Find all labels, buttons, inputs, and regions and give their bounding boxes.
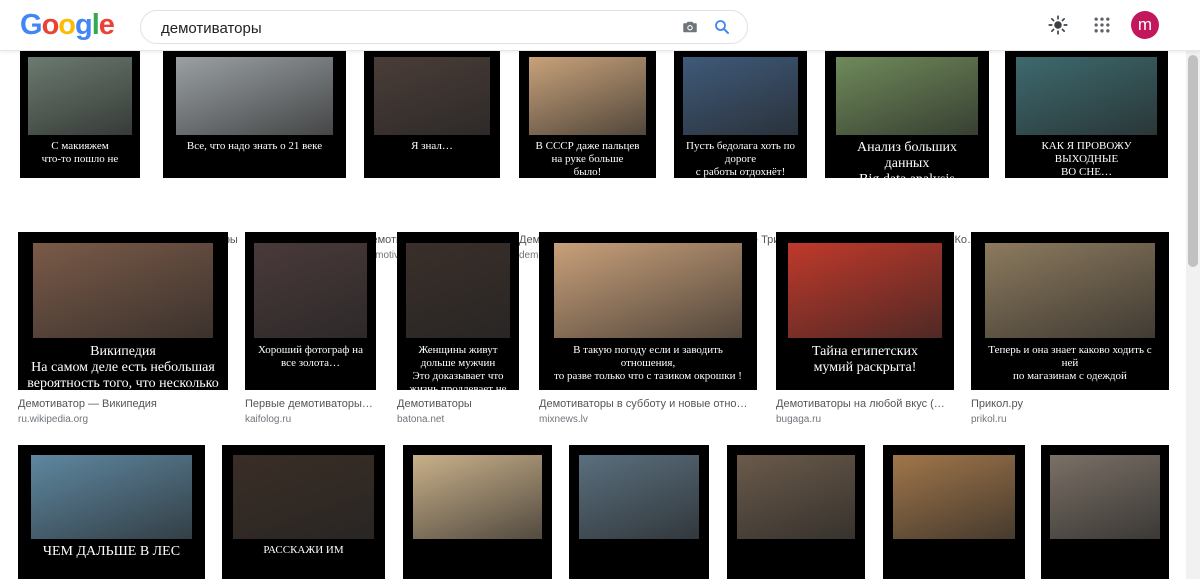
top-bar: Google m (0, 0, 1200, 51)
thumbnail-picture (175, 57, 334, 136)
result-source[interactable]: mixnews.lv (539, 414, 588, 425)
result-thumbnail[interactable]: С макияжем что-то пошло не (20, 51, 140, 178)
result-thumbnail[interactable] (883, 445, 1025, 579)
result-thumbnail[interactable]: Все, что надо знать о 21 веке (163, 51, 346, 178)
account-avatar[interactable]: m (1131, 11, 1159, 39)
result-title[interactable]: Демотиваторы (397, 398, 537, 410)
search-icon[interactable] (713, 18, 731, 36)
result-thumbnail[interactable]: Женщины живут дольше мужчин Это доказыва… (397, 232, 519, 390)
result-thumbnail[interactable] (727, 445, 865, 579)
thumbnail-picture (373, 57, 491, 136)
search-input[interactable] (159, 16, 663, 40)
demotivator-caption: С макияжем что-то пошло не (41, 140, 119, 166)
thumbnail-picture (578, 454, 700, 539)
thumbnail-picture (31, 454, 192, 539)
result-thumbnail[interactable]: Пусть бедолага хоть по дороге с работы о… (674, 51, 807, 178)
thumbnail-picture (836, 57, 978, 136)
logo-letter: g (75, 9, 93, 41)
thumbnail-picture (892, 454, 1016, 539)
demotivator-caption: Тайна египетских мумий раскрыта! (811, 344, 919, 376)
demotivator-caption: Хороший фотограф на все золота… (258, 344, 363, 370)
demotivator-caption: В такую погоду если и заводить отношения… (554, 344, 742, 383)
camera-icon[interactable] (681, 18, 699, 36)
demotivator-caption: Теперь и она знает каково ходить с ней п… (988, 344, 1152, 383)
thumbnail-picture (254, 243, 367, 338)
thumbnail-picture (1016, 57, 1157, 136)
result-title[interactable]: Демотиваторы в субботу и новые отно… (539, 398, 757, 410)
thumbnail-picture (554, 243, 742, 338)
thumbnail-picture (788, 243, 942, 338)
demotivator-caption: ЧЕМ ДАЛЬШЕ В ЛЕС (42, 544, 181, 560)
result-thumbnail[interactable]: РАССКАЖИ ИМ (222, 445, 385, 579)
thumbnail-picture (32, 243, 214, 338)
logo-letter: o (41, 9, 60, 41)
logo-letter: e (98, 9, 115, 41)
result-thumbnail[interactable] (403, 445, 552, 579)
thumbnail-picture (413, 454, 542, 539)
logo-letter: l (91, 9, 100, 41)
result-title[interactable]: Демотиваторы на любой вкус (… (776, 398, 954, 410)
logo-letter: G (20, 9, 43, 41)
demotivator-caption: КАК Я ПРОВОЖУ ВЫХОДНЫЕ ВО СНЕ… (1041, 140, 1132, 178)
scrollbar[interactable] (1186, 51, 1200, 579)
result-source[interactable]: prikol.ru (971, 414, 1007, 425)
search-box[interactable] (140, 10, 748, 44)
result-thumbnail[interactable] (569, 445, 709, 579)
result-thumbnail[interactable]: Тайна египетских мумий раскрыта! (776, 232, 954, 390)
thumbnail-picture (405, 243, 511, 338)
result-title[interactable]: Первые демотиваторы… (245, 398, 385, 410)
demotivator-caption: Википедия На самом деле есть небольшая в… (27, 344, 219, 390)
result-thumbnail[interactable]: Я знал… (364, 51, 500, 178)
demotivator-caption: Пусть бедолага хоть по дороге с работы о… (686, 140, 795, 178)
thumbnail-picture (683, 57, 798, 136)
result-source[interactable]: kaifolog.ru (245, 414, 291, 425)
result-thumbnail[interactable]: Анализ больших данных Big data analysis (825, 51, 989, 178)
thumbnail-picture (984, 243, 1156, 338)
result-thumbnail[interactable] (1041, 445, 1169, 579)
thumbnail-picture (28, 57, 132, 136)
scrollbar-thumb[interactable] (1188, 55, 1198, 267)
result-thumbnail[interactable]: КАК Я ПРОВОЖУ ВЫХОДНЫЕ ВО СНЕ… (1005, 51, 1168, 178)
demotivator-caption: Анализ больших данных Big data analysis (856, 140, 957, 178)
image-results-grid: С макияжем что-то пошло неДемотиваторы №… (0, 51, 1186, 579)
result-source[interactable]: batona.net (397, 414, 444, 425)
result-thumbnail[interactable]: ЧЕМ ДАЛЬШЕ В ЛЕС (18, 445, 205, 579)
result-thumbnail[interactable]: Википедия На самом деле есть небольшая в… (18, 232, 228, 390)
demotivator-caption: Женщины живут дольше мужчин Это доказыва… (409, 344, 507, 390)
result-title[interactable]: Демотиватор — Википедия (18, 398, 228, 410)
result-source[interactable]: bugaga.ru (776, 414, 821, 425)
result-thumbnail[interactable]: Теперь и она знает каково ходить с ней п… (971, 232, 1169, 390)
result-title[interactable]: Прикол.ру (971, 398, 1169, 410)
result-thumbnail[interactable]: В СССР даже пальцев на руке больше было! (519, 51, 656, 178)
demotivator-caption: РАССКАЖИ ИМ (263, 544, 344, 557)
result-thumbnail[interactable]: Хороший фотограф на все золота… (245, 232, 376, 390)
demotivator-caption: Я знал… (411, 140, 453, 153)
result-thumbnail[interactable]: В такую погоду если и заводить отношения… (539, 232, 757, 390)
thumbnail-picture (736, 454, 856, 539)
logo-letter: o (58, 9, 76, 41)
result-source[interactable]: ru.wikipedia.org (18, 414, 88, 425)
demotivator-caption: В СССР даже пальцев на руке больше было! (535, 140, 640, 178)
thumbnail-picture (233, 454, 374, 539)
apps-grid-icon[interactable] (1092, 15, 1112, 35)
thumbnail-picture (1049, 454, 1161, 539)
thumbnail-picture (528, 57, 647, 136)
google-logo[interactable]: Google (20, 9, 115, 42)
sun-icon[interactable] (1048, 15, 1068, 35)
demotivator-caption: Все, что надо знать о 21 веке (186, 140, 323, 153)
